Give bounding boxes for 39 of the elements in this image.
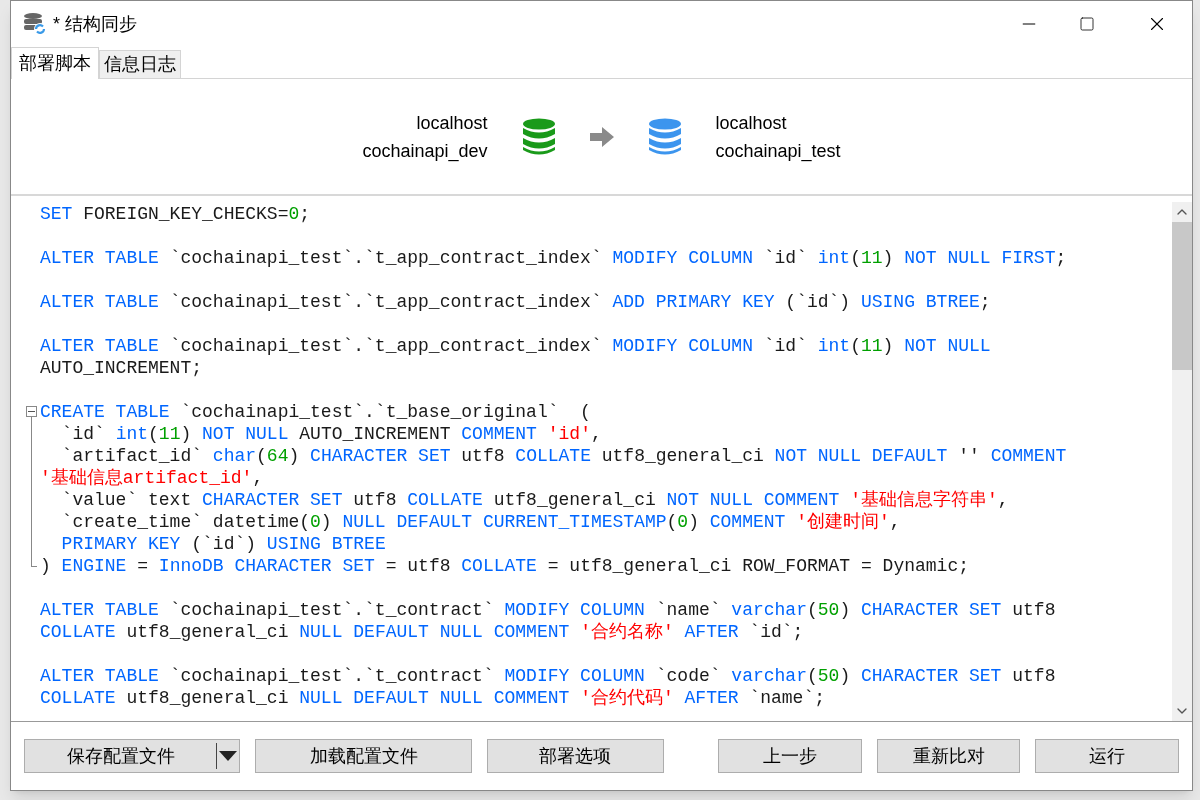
target-host: localhost [715,111,787,135]
target-database-icon [647,117,682,156]
code-line: '基础信息artifact_id', [40,467,265,489]
code-line: COLLATE utf8_general_ci NULL DEFAULT NULL COMMENT '合约名称' AFTER `id`; [40,621,805,643]
dialog-button[interactable]: 加载配置文件 [255,739,472,773]
scrollbar-thumb[interactable] [1172,222,1192,370]
code-line: ALTER TABLE `cochainapi_test`.`t_app_contract_index` ADD PRIMARY KEY (`id`) USING BTREE; [40,291,992,313]
source-database-icon [521,117,556,156]
tab[interactable]: 部署脚本 [11,47,99,79]
code-line: COLLATE utf8_general_ci NULL DEFAULT NULL COMMENT '合约代码' AFTER `name`; [40,687,826,709]
code-line: PRIMARY KEY (`id`) USING BTREE [60,533,387,555]
code-line: ALTER TABLE `cochainapi_test`.`t_app_contract_index` MODIFY COLUMN `id` int(11) NOT NULL [40,335,992,357]
dialog-button[interactable]: 部署选项 [486,739,665,773]
maximize-icon[interactable] [1079,16,1095,32]
code-line: ) ENGINE = InnoDB CHARACTER SET = utf8 COLLATE = utf8_general_ci ROW_FORMAT = Dynamic; [40,555,970,577]
code-line: SET FOREIGN_KEY_CHECKS=0; [40,203,312,225]
target-database: cochainapi_test [715,139,841,164]
code-line: ALTER TABLE `cochainapi_test`.`t_app_contract_index` MODIFY COLUMN `id` int(11) NOT NULL FIRST; [40,247,1068,269]
code-line: AUTO_INCREMENT; [40,357,204,379]
source-host: localhost [416,111,488,135]
window-title: * 结构同步 [53,12,137,36]
code-line: `create_time` datetime(0) NULL DEFAULT CURRENT_TIMESTAMP(0) COMMENT '创建时间', [60,511,902,533]
tab[interactable]: 信息日志 [99,50,181,78]
dropdown-caret-icon[interactable] [217,751,240,761]
dialog-button[interactable]: 重新比对 [876,739,1021,773]
code-line: ALTER TABLE `cochainapi_test`.`t_contract` MODIFY COLUMN `name` varchar(50) CHARACTER SET utf8 [40,599,1057,621]
arrow-icon [589,126,614,147]
code-line: CREATE TABLE `cochainapi_test`.`t_base_original` ( [40,401,592,423]
source-database: cochainapi_dev [362,139,488,164]
code-line: `artifact_id` char(64) CHARACTER SET utf8 COLLATE utf8_general_ci NOT NULL DEFAULT '' COMMENT [60,445,1068,467]
code-line: `value` text CHARACTER SET utf8 COLLATE utf8_general_ci NOT NULL COMMENT '基础信息字符串', [60,489,1010,511]
dialog-button[interactable]: 运行 [1035,739,1179,773]
save-config-button[interactable]: 保存配置文件 [24,739,241,773]
code-line: ALTER TABLE `cochainapi_test`.`t_contract` MODIFY COLUMN `code` varchar(50) CHARACTER SET utf8 [40,665,1057,687]
database-sync-icon [23,12,47,36]
vertical-scrollbar[interactable] [1172,202,1192,721]
dialog-button[interactable]: 上一步 [718,739,862,773]
code-line: `id` int(11) NOT NULL AUTO_INCREMENT COMMENT 'id', [60,423,603,445]
fold-marker[interactable] [26,406,37,417]
